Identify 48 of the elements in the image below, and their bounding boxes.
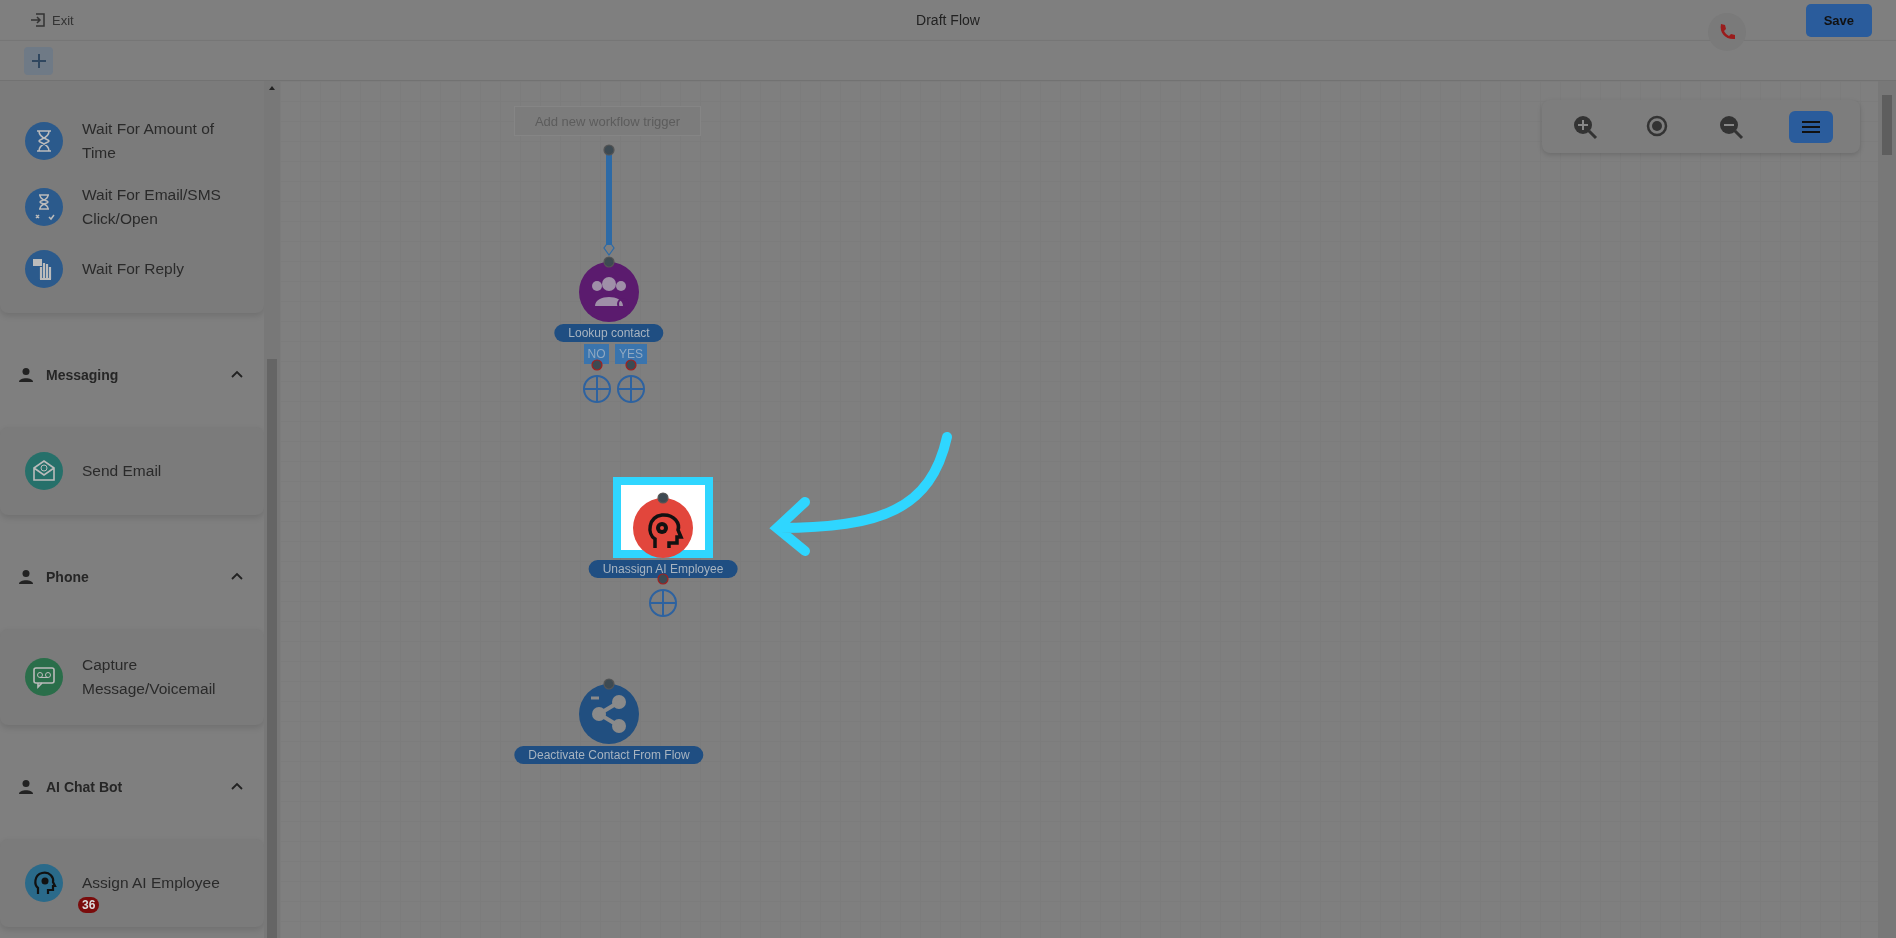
call-button[interactable]: [1707, 13, 1746, 51]
person-icon: [18, 779, 34, 795]
count-badge: 36: [78, 897, 100, 913]
action-item[interactable]: Wait For Reply: [82, 257, 232, 281]
share-icon[interactable]: [579, 684, 639, 744]
section-title: Messaging: [46, 367, 120, 383]
scrollbar[interactable]: [264, 81, 280, 938]
people-search-icon[interactable]: [579, 262, 639, 322]
person-icon: [18, 569, 34, 585]
connector-dot[interactable]: [625, 359, 637, 371]
action-item[interactable]: Wait For Amount of Time: [82, 117, 232, 165]
hourglass-icon: [24, 121, 64, 161]
action-item[interactable]: Wait For Email/SMS Click/Open: [82, 183, 232, 231]
action-item[interactable]: Assign AI Employee: [82, 871, 232, 895]
connector-dot[interactable]: [657, 573, 669, 585]
voicemail-icon: [24, 657, 64, 697]
connector-dot[interactable]: [590, 359, 603, 371]
menu-icon: [1800, 118, 1821, 135]
head-gear-icon[interactable]: [633, 498, 693, 558]
add-step-icon[interactable]: [581, 374, 612, 404]
connector-dot[interactable]: [603, 256, 615, 268]
menu-button[interactable]: [1788, 110, 1833, 143]
hourglass-icon: [24, 187, 64, 227]
node-label[interactable]: Lookup contact: [554, 324, 664, 342]
connector-dot[interactable]: [603, 144, 615, 156]
section-title: Phone: [46, 569, 90, 585]
branch-label: YES: [615, 344, 647, 364]
connector-dot[interactable]: [657, 492, 669, 504]
save-button[interactable]: Save: [1805, 3, 1872, 37]
node-label[interactable]: Unassign AI Employee: [588, 560, 738, 578]
envelope-icon: [24, 451, 64, 491]
flow-title: Draft Flow: [916, 12, 980, 28]
add-step-icon[interactable]: [616, 374, 646, 404]
person-icon: [18, 367, 34, 383]
exit-button[interactable]: Exit: [30, 12, 74, 28]
branch-label: NO: [584, 344, 609, 364]
zoom-in-icon: [1571, 113, 1598, 140]
zoom-out-icon: [1717, 113, 1744, 140]
head-gear-icon: [24, 863, 64, 903]
add-button[interactable]: [24, 46, 53, 75]
plus-icon: [30, 52, 47, 69]
scrollbar[interactable]: [1878, 81, 1896, 938]
node-label[interactable]: Deactivate Contact From Flow: [514, 746, 704, 764]
exit-icon: [30, 12, 46, 28]
action-item[interactable]: Send Email: [82, 459, 232, 483]
add-step-icon[interactable]: [648, 588, 678, 618]
connector-dot[interactable]: [603, 678, 615, 690]
section-title: AI Chat Bot: [46, 779, 124, 795]
